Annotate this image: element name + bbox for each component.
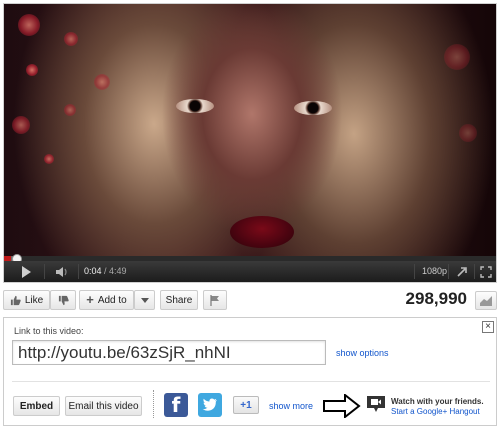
facebook-icon: f: [171, 393, 181, 417]
player-controls: 0:04 / 4:49 1080p: [4, 261, 496, 282]
play-button[interactable]: [12, 261, 40, 282]
stats-button[interactable]: [475, 291, 497, 310]
arrow-right-icon: [323, 394, 361, 418]
chevron-down-icon: [140, 297, 149, 303]
like-label: Like: [24, 294, 44, 306]
play-icon: [21, 265, 31, 278]
stats-icon: [480, 295, 492, 306]
share-separator: [153, 390, 154, 418]
hangout-title: Watch with your friends.: [391, 397, 484, 406]
email-video-button[interactable]: Email this video: [65, 396, 142, 416]
thumbs-down-icon: [58, 295, 69, 305]
share-panel: Link to this video: × http://youtu.be/63…: [3, 317, 497, 426]
hangout-icon: [367, 396, 385, 412]
add-to-dropdown-button[interactable]: [134, 290, 155, 310]
duration: / 4:49: [104, 266, 127, 276]
volume-icon: [56, 266, 67, 277]
google-plus-one-button[interactable]: +1: [233, 396, 259, 414]
fullscreen-icon: [480, 265, 492, 278]
share-divider: [12, 381, 490, 382]
share-button[interactable]: Share: [160, 290, 198, 310]
time-display: 0:04 / 4:49: [84, 266, 127, 276]
like-button[interactable]: Like: [3, 290, 50, 310]
fullscreen-button[interactable]: [476, 261, 496, 282]
embed-button[interactable]: Embed: [13, 396, 60, 416]
volume-button[interactable]: [50, 261, 76, 282]
twitter-icon: [202, 398, 217, 411]
quality-button[interactable]: 1080p: [422, 266, 447, 276]
close-icon: ×: [485, 321, 491, 332]
popout-button[interactable]: [452, 261, 472, 282]
close-share-button[interactable]: ×: [482, 321, 494, 333]
show-more-link[interactable]: show more: [269, 401, 313, 411]
flag-button[interactable]: [203, 290, 227, 310]
view-count: 298,990: [405, 289, 467, 308]
facebook-share-button[interactable]: f: [164, 393, 188, 417]
flag-icon: [210, 294, 219, 306]
plus-icon: +: [86, 292, 94, 307]
link-label: Link to this video:: [14, 326, 84, 336]
dislike-button[interactable]: [50, 290, 76, 310]
video-frame-image[interactable]: [4, 4, 496, 256]
thumbs-up-icon: [10, 295, 21, 305]
start-hangout-link[interactable]: Start a Google+ Hangout: [391, 407, 480, 416]
add-to-button[interactable]: + Add to: [79, 290, 134, 310]
add-to-label: Add to: [97, 294, 127, 306]
google-plus-one-icon: +1: [240, 399, 252, 411]
show-options-link[interactable]: show options: [336, 348, 389, 358]
share-url-input[interactable]: http://youtu.be/63zSjR_nhNI: [12, 340, 326, 365]
lips: [230, 216, 294, 248]
twitter-share-button[interactable]: [198, 393, 222, 417]
share-label: Share: [165, 294, 193, 306]
watch-page: 0:04 / 4:49 1080p Like + Add to Share 29…: [0, 0, 500, 429]
popout-icon: [457, 266, 467, 277]
video-player[interactable]: 0:04 / 4:49 1080p: [3, 3, 497, 283]
hangout-button[interactable]: [365, 394, 387, 414]
current-time: 0:04: [84, 266, 102, 276]
